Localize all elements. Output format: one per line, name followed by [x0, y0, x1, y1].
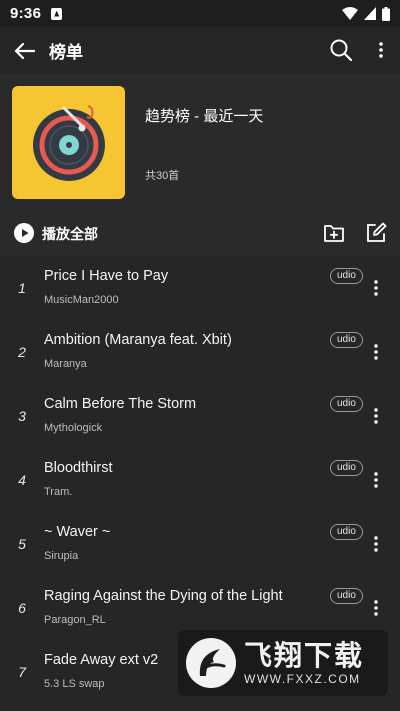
status-icons — [342, 6, 390, 21]
more-vertical-icon — [374, 408, 378, 424]
song-title: Fade Away ext v2 — [44, 652, 159, 668]
watermark-url: WWW.FXXZ.COM — [244, 672, 361, 686]
song-index: 7 — [18, 664, 26, 680]
battery-icon — [382, 6, 390, 21]
signal-icon — [364, 7, 376, 20]
source-badge: udio — [330, 332, 363, 348]
add-to-folder-icon[interactable] — [323, 223, 345, 243]
song-artist: Mythologick — [44, 422, 103, 434]
edit-icon[interactable] — [365, 222, 387, 244]
song-title: Raging Against the Dying of the Light — [44, 588, 283, 604]
action-row: 播放全部 — [0, 210, 400, 256]
song-title: Bloodthirst — [44, 460, 113, 476]
song-index: 5 — [18, 536, 26, 552]
back-button[interactable] — [11, 38, 37, 64]
arrow-left-icon — [14, 42, 35, 59]
song-artist: Paragon_RL — [44, 614, 106, 626]
song-artist: Tram. — [44, 486, 73, 498]
song-index: 2 — [18, 344, 26, 360]
song-more-button[interactable] — [369, 599, 383, 617]
status-time: 9:36 — [10, 5, 42, 22]
more-options-button[interactable] — [374, 38, 388, 62]
song-title: Calm Before The Storm — [44, 396, 197, 412]
song-artist: Maranya — [44, 358, 87, 370]
more-vertical-icon — [379, 42, 383, 58]
source-badge: udio — [330, 588, 363, 604]
song-row[interactable]: 1 Price I Have to Pay MusicMan2000 udio — [0, 256, 400, 320]
wifi-icon — [342, 7, 358, 20]
source-badge: udio — [330, 524, 363, 540]
more-vertical-icon — [374, 472, 378, 488]
playlist-song-count: 共30首 — [145, 170, 180, 182]
playlist-title: 趋势榜 - 最近一天 — [145, 108, 264, 125]
source-badge: udio — [330, 396, 363, 412]
song-row[interactable]: 4 Bloodthirst Tram. udio — [0, 448, 400, 512]
song-more-button[interactable] — [369, 535, 383, 553]
search-icon — [330, 39, 353, 62]
song-more-button[interactable] — [369, 407, 383, 425]
more-vertical-icon — [374, 600, 378, 616]
notification-icon — [51, 7, 63, 20]
song-title: Ambition (Maranya feat. Xbit) — [44, 332, 232, 348]
song-row[interactable]: 2 Ambition (Maranya feat. Xbit) Maranya … — [0, 320, 400, 384]
more-vertical-icon — [374, 344, 378, 360]
playlist-cover[interactable] — [12, 86, 125, 199]
song-row[interactable]: 3 Calm Before The Storm Mythologick udio — [0, 384, 400, 448]
song-artist: 5.3 LS swap — [44, 678, 105, 690]
more-vertical-icon — [374, 536, 378, 552]
status-bar: 9:36 — [0, 0, 400, 27]
song-more-button[interactable] — [369, 279, 383, 297]
watermark-logo-icon — [186, 638, 236, 688]
song-title: ~ Waver ~ — [44, 524, 111, 540]
song-more-button[interactable] — [369, 343, 383, 361]
song-index: 3 — [18, 408, 26, 424]
song-more-button[interactable] — [369, 471, 383, 489]
watermark-text: 飞翔下载 WWW.FXXZ.COM — [244, 640, 364, 686]
play-all-button[interactable]: 播放全部 — [42, 224, 98, 244]
app-bar: 榜单 — [0, 27, 400, 74]
song-index: 1 — [18, 280, 26, 296]
play-circle-icon[interactable] — [14, 223, 34, 243]
watermark-brand: 飞翔下载 — [244, 640, 365, 671]
playlist-header: 趋势榜 - 最近一天 共30首 — [0, 74, 400, 210]
song-title: Price I Have to Pay — [44, 268, 169, 284]
more-vertical-icon — [374, 280, 378, 296]
vinyl-disc-icon — [32, 104, 105, 181]
watermark: 飞翔下载 WWW.FXXZ.COM — [178, 630, 388, 696]
song-artist: MusicMan2000 — [44, 294, 119, 306]
search-button[interactable] — [329, 38, 353, 62]
song-index: 4 — [18, 472, 26, 488]
song-artist: Sirupia — [44, 550, 79, 562]
source-badge: udio — [330, 268, 363, 284]
source-badge: udio — [330, 460, 363, 476]
song-index: 6 — [18, 600, 26, 616]
page-title: 榜单 — [49, 43, 83, 62]
song-row[interactable]: 5 ~ Waver ~ Sirupia udio — [0, 512, 400, 576]
